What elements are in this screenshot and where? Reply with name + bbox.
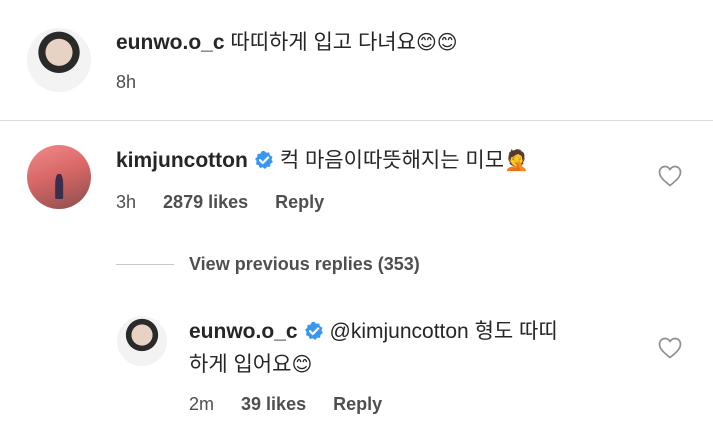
comment-text: 따띠하게 입고 다녀요 xyxy=(230,31,416,54)
likes-count[interactable]: 39 likes xyxy=(241,394,306,414)
comment-meta: 2m 39 likes Reply xyxy=(189,393,382,415)
reply-thread-line xyxy=(116,264,174,265)
comment-timestamp: 2m xyxy=(189,394,215,414)
smile-emoji-icon: 😊😊 xyxy=(415,30,458,54)
smile-emoji-icon: 😊 xyxy=(291,352,313,376)
view-previous-replies-button[interactable]: View previous replies (353) xyxy=(189,254,420,275)
comment-timestamp: 3h xyxy=(116,192,137,212)
comment-line: 하게 입어요😊 xyxy=(189,350,312,379)
username[interactable]: eunwo.o_c xyxy=(189,320,298,343)
reply-button[interactable]: Reply xyxy=(333,394,382,414)
heart-icon[interactable] xyxy=(658,337,682,359)
comment-line: eunwo.o_c 따띠하게 입고 다녀요😊😊 xyxy=(116,28,458,57)
heart-icon[interactable] xyxy=(658,165,682,187)
avatar[interactable] xyxy=(27,145,91,209)
comment-text: @kimjuncotton 형도 따띠 xyxy=(329,320,558,343)
comment-text: 하게 입어요 xyxy=(189,353,292,376)
comment-timestamp: 8h xyxy=(116,72,137,92)
avatar[interactable] xyxy=(27,28,91,92)
verified-badge-icon xyxy=(254,150,273,169)
divider xyxy=(0,120,713,121)
avatar[interactable] xyxy=(117,316,167,366)
username[interactable]: kimjuncotton xyxy=(116,149,248,172)
facepalm-emoji-icon: 🤦 xyxy=(504,148,529,172)
comment-meta: 3h 2879 likes Reply xyxy=(116,191,324,213)
comment-line: kimjuncotton 컥 마음이따뜻해지는 미모🤦 xyxy=(116,146,529,175)
likes-count[interactable]: 2879 likes xyxy=(163,192,248,212)
comment-line: eunwo.o_c @kimjuncotton 형도 따띠 xyxy=(189,318,558,346)
username[interactable]: eunwo.o_c xyxy=(116,31,225,54)
reply-button[interactable]: Reply xyxy=(275,192,324,212)
comment-text: 컥 마음이따뜻해지는 미모 xyxy=(279,149,505,172)
verified-badge-icon xyxy=(304,321,323,340)
